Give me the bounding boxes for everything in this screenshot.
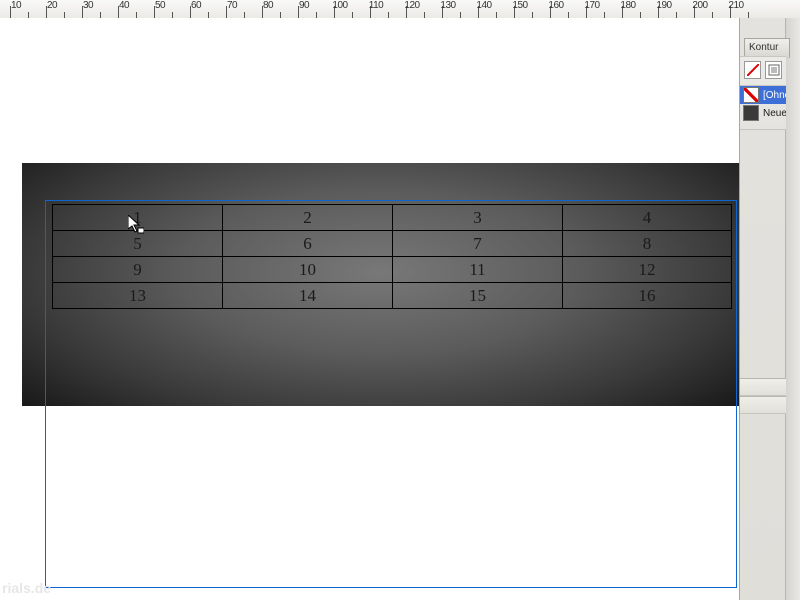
no-fill-icon	[743, 87, 759, 103]
swatch-label: Neues	[763, 108, 786, 119]
ruler-label: 140	[476, 0, 491, 11]
ruler-label: 100	[332, 0, 347, 11]
table-cell[interactable]: 7	[392, 230, 562, 256]
ruler-label: 90	[299, 0, 309, 11]
table-cell[interactable]: 4	[562, 204, 732, 230]
table-cell[interactable]: 12	[562, 256, 732, 282]
swatch-row[interactable]: [Ohne	[740, 86, 786, 104]
table-cell[interactable]: 6	[222, 230, 392, 256]
app-root: 1020304050607080901001101201301401501601…	[0, 0, 800, 600]
ruler-label: 10	[11, 0, 21, 11]
panel-tab-kontur[interactable]: Kontur	[744, 38, 790, 58]
ruler-label: 160	[548, 0, 563, 11]
watermark-text: rials.de	[2, 580, 51, 596]
table-cell[interactable]: 15	[392, 282, 562, 309]
ruler-label: 130	[440, 0, 455, 11]
panel-separator[interactable]	[740, 378, 786, 396]
ruler-label: 150	[512, 0, 527, 11]
ruler-label: 110	[369, 0, 383, 11]
swatch-toolbar	[740, 57, 786, 86]
side-panel: Kontur [Ohne Neues	[739, 18, 800, 600]
table-cell[interactable]: 5	[52, 230, 222, 256]
table[interactable]: 12345678910111213141516	[52, 204, 732, 309]
swatch-list: [Ohne Neues	[740, 86, 786, 122]
swatches-panel: [Ohne Neues	[740, 56, 786, 130]
table-cell[interactable]: 8	[562, 230, 732, 256]
ruler-label: 120	[404, 0, 419, 11]
pattern-swatch-icon	[743, 105, 759, 121]
ruler-label: 200	[692, 0, 707, 11]
ruler-label: 170	[584, 0, 599, 11]
table-cell[interactable]: 11	[392, 256, 562, 282]
panel-separator[interactable]	[740, 396, 786, 414]
ruler-label: 30	[83, 0, 93, 11]
horizontal-ruler[interactable]: 10 20 30 40 50 60 70 80 90 100 110 120 130 140 150 160 1…	[0, 0, 800, 19]
table-cell[interactable]: 13	[52, 282, 222, 309]
panel-dock-strip[interactable]	[785, 18, 800, 600]
table-cell[interactable]: 10	[222, 256, 392, 282]
ruler-label: 190	[656, 0, 671, 11]
ruler-label: 20	[47, 0, 57, 11]
table-cell[interactable]: 9	[52, 256, 222, 282]
document-canvas[interactable]: 12345678910111213141516 rials.de	[0, 18, 740, 600]
ruler-label: 50	[155, 0, 165, 11]
ruler-label: 180	[620, 0, 635, 11]
ruler-label: 80	[263, 0, 273, 11]
swatch-label: [Ohne	[763, 90, 786, 101]
table-cell[interactable]: 1	[52, 204, 222, 230]
swatch-row[interactable]: Neues	[740, 104, 786, 122]
table-cell[interactable]: 14	[222, 282, 392, 309]
ruler-label: 40	[119, 0, 129, 11]
table-cell[interactable]: 3	[392, 204, 562, 230]
no-fill-icon[interactable]	[744, 61, 761, 79]
ruler-label: 210	[728, 0, 743, 11]
table-cell[interactable]: 16	[562, 282, 732, 309]
ruler-label: 60	[191, 0, 201, 11]
ruler-label: 70	[227, 0, 237, 11]
swatch-options-icon[interactable]	[765, 61, 782, 79]
table-cell[interactable]: 2	[222, 204, 392, 230]
